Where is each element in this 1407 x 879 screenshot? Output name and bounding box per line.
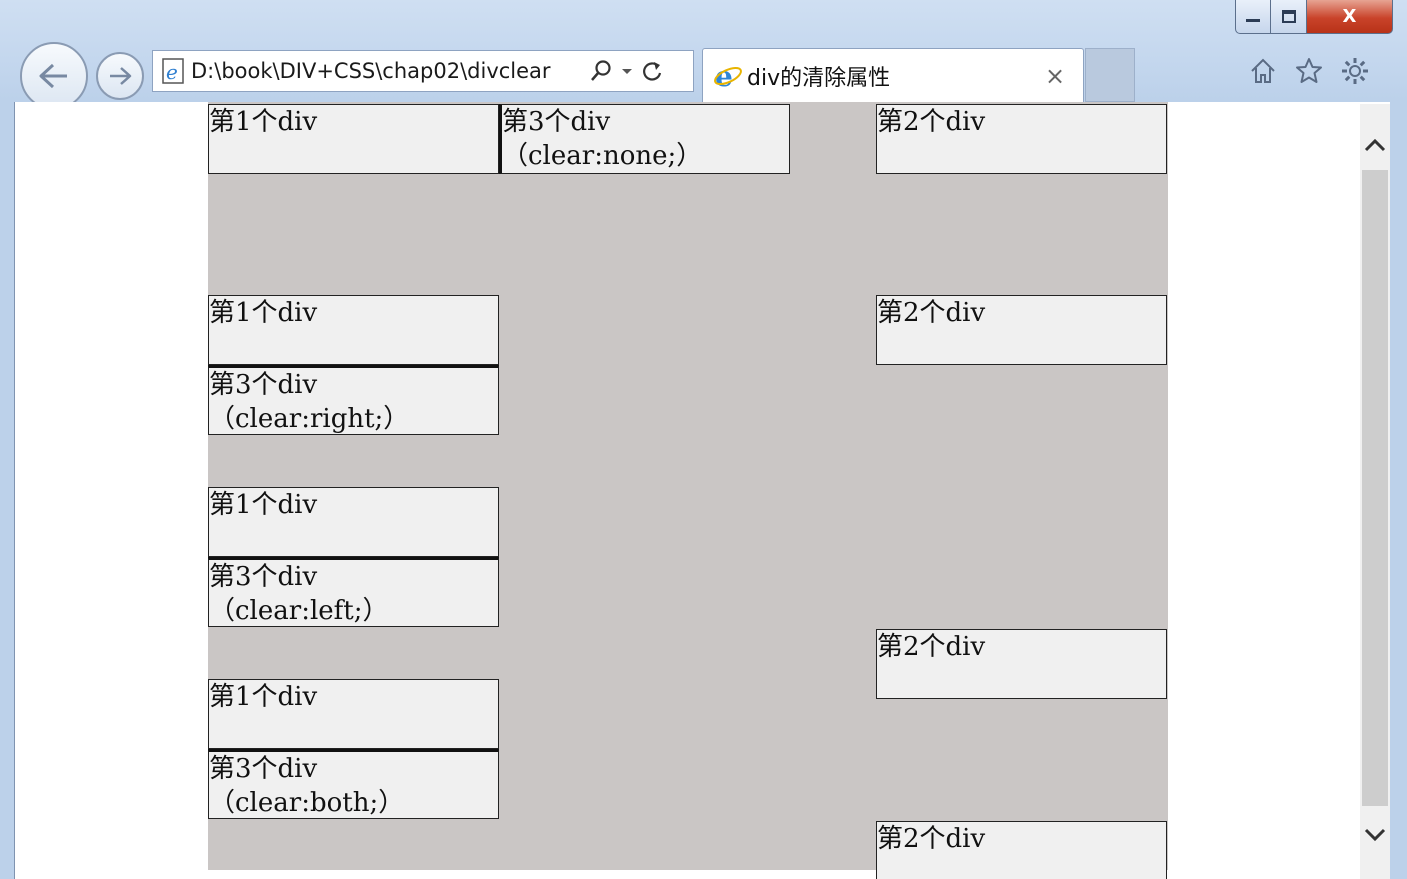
row2-div1: 第1个div — [208, 295, 499, 365]
minimize-icon — [1246, 18, 1260, 22]
svg-text:e: e — [166, 60, 178, 84]
row2-div2: 第2个div — [876, 295, 1167, 365]
row1-div1: 第1个div — [208, 104, 499, 174]
toolbar-icons — [1248, 56, 1370, 86]
forward-button[interactable] — [96, 52, 144, 100]
row3-div2: 第2个div — [876, 629, 1167, 699]
row4-div1: 第1个div — [208, 679, 499, 749]
dropdown-icon[interactable] — [621, 66, 633, 76]
gear-icon[interactable] — [1340, 56, 1370, 86]
close-icon: X — [1342, 6, 1357, 27]
tab-close-icon[interactable]: × — [1045, 62, 1065, 90]
address-bar[interactable]: e D:\book\DIV+CSS\chap02\divclear — [152, 50, 694, 92]
back-button[interactable] — [20, 42, 88, 110]
navigation-bar: e D:\book\DIV+CSS\chap02\divclear e div的… — [0, 42, 1407, 110]
row1-div3: 第3个div （clear:none;） — [499, 104, 790, 174]
browser-window: X e D:\book\DIV+CSS\chap02\divclear e di… — [0, 0, 1407, 879]
gray-container: 第1个div 第3个div （clear:none;） 第2个div 第1个di… — [208, 102, 1168, 870]
row1-div2: 第2个div — [876, 104, 1167, 174]
close-window-button[interactable]: X — [1307, 0, 1393, 34]
scroll-up-button[interactable] — [1360, 114, 1390, 176]
scroll-thumb[interactable] — [1362, 170, 1388, 806]
new-tab-button[interactable] — [1085, 48, 1135, 102]
tab-active[interactable]: e div的清除属性 × — [702, 48, 1084, 102]
row3-div3: 第3个div （clear:left;） — [208, 557, 499, 627]
home-icon[interactable] — [1248, 56, 1278, 86]
row4-div3: 第3个div （clear:both;） — [208, 749, 499, 819]
row4-div2: 第2个div — [876, 821, 1167, 879]
ie-logo-icon: e — [713, 61, 747, 91]
maximize-button[interactable] — [1271, 0, 1307, 34]
row3-div1: 第1个div — [208, 487, 499, 557]
ie-page-icon: e — [161, 57, 191, 85]
page-viewport: 第1个div 第3个div （clear:none;） 第2个div 第1个di… — [14, 102, 1390, 879]
star-icon[interactable] — [1294, 56, 1324, 86]
vertical-scrollbar[interactable] — [1360, 104, 1390, 879]
forward-arrow-icon — [110, 67, 132, 85]
maximize-icon — [1281, 9, 1296, 23]
address-url[interactable]: D:\book\DIV+CSS\chap02\divclear — [191, 59, 583, 83]
chevron-down-icon — [1364, 828, 1386, 842]
window-controls: X — [1235, 0, 1393, 36]
row2-div3: 第3个div （clear:right;） — [208, 365, 499, 435]
search-icon[interactable] — [589, 59, 613, 83]
refresh-icon[interactable] — [641, 59, 663, 83]
scroll-down-button[interactable] — [1360, 804, 1390, 866]
minimize-button[interactable] — [1235, 0, 1271, 34]
tab-title: div的清除属性 — [747, 65, 891, 91]
back-arrow-icon — [39, 63, 67, 89]
chevron-up-icon — [1364, 138, 1386, 152]
address-tools — [589, 59, 663, 83]
